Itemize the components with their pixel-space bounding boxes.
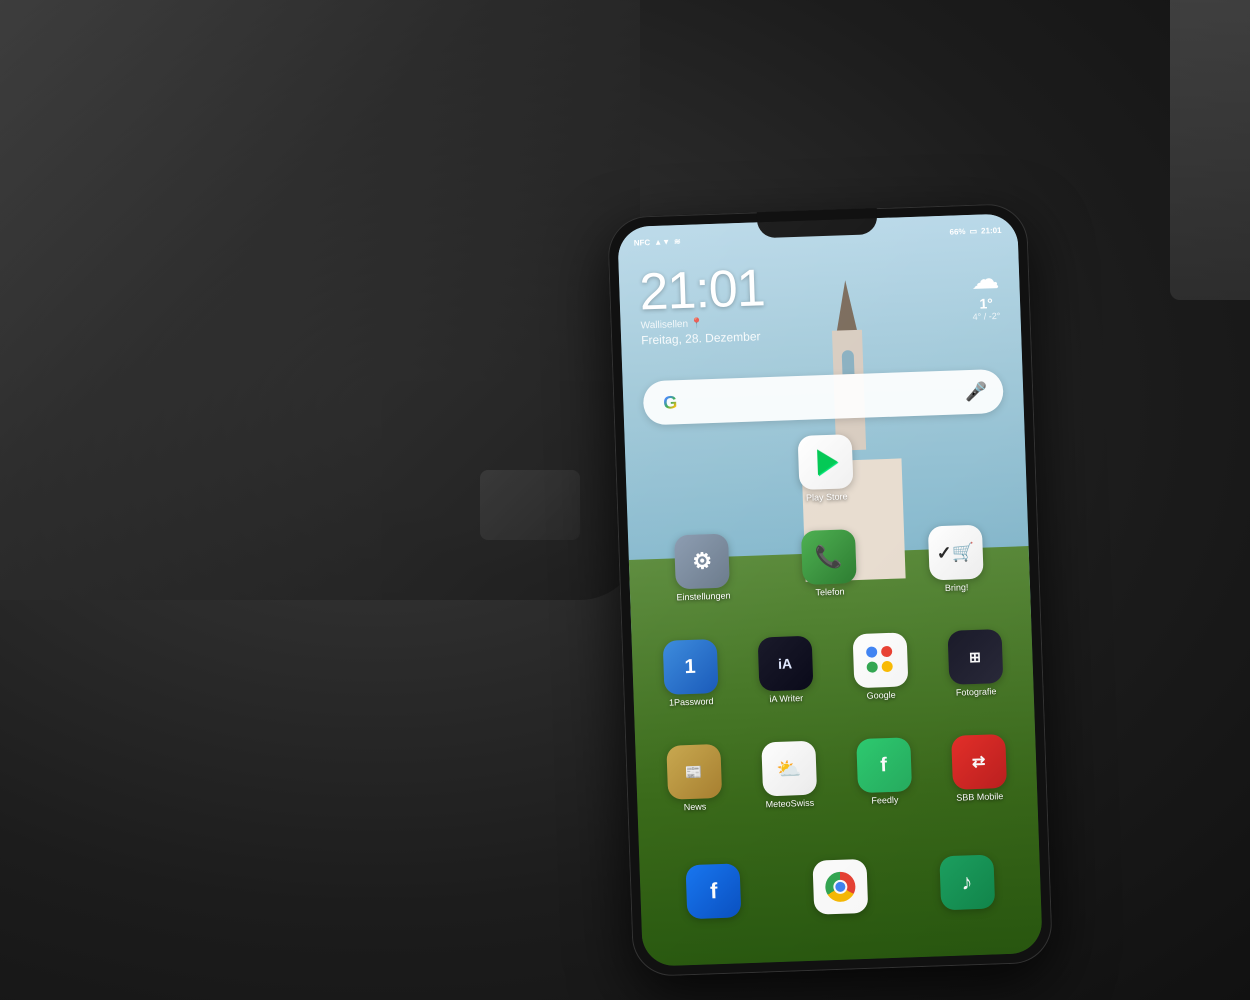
google-dot-red [880,646,891,657]
app-row-2: ⚙ Einstellungen 📞 Telefon ✓🛒 Bring! [628,523,1030,605]
app-row-3: 1 1Password iA iA Writer Google [632,628,1034,710]
laptop-right-edge [1170,0,1250,300]
bring-label: Bring! [945,582,969,594]
fotografie-label: Fotografie [956,686,997,698]
fotografie-icon: ⊞ [947,629,1003,685]
playstore-icon [798,434,854,490]
location-name: Wallisellen [640,319,688,332]
app-einstellungen[interactable]: ⚙ Einstellungen [664,533,741,603]
sbb-label: SBB Mobile [956,791,1003,803]
app-1password[interactable]: 1 1Password [652,639,729,709]
app-row-4: 📰 News ⛅ MeteoSwiss f Feedly ⇄ SBB Mobil… [635,733,1037,815]
feedly-label: Feedly [871,795,898,807]
google-icon [852,632,908,688]
playstore-label: Play Store [806,491,848,503]
news-icon: 📰 [666,744,722,800]
church-window [842,350,855,374]
bring-icon: ✓🛒 [927,525,983,581]
app-row-1: Play Store [625,428,1027,510]
telefon-icon: 📞 [801,529,857,585]
app-bottom-1[interactable]: f [675,863,752,920]
phone-screen[interactable]: NFC ▲▼ ≋ 66% ▭ 21:01 21:01 Wallisellen 📍… [617,213,1043,967]
app-news[interactable]: 📰 News [655,744,732,814]
status-left: NFC ▲▼ ≋ [634,236,681,247]
app-meteoswiss[interactable]: ⛅ MeteoSwiss [750,740,827,810]
weather-icon: ☁ [971,262,1000,296]
app-fotografie[interactable]: ⊞ Fotografie [937,629,1014,699]
app-bottom-3[interactable]: ♪ [929,854,1006,911]
news-label: News [684,801,707,813]
signal-icon: ▲▼ [654,237,670,247]
app-bottom-2[interactable] [802,859,879,916]
einstellungen-icon: ⚙ [674,534,730,590]
facebook-icon: f [686,863,742,919]
google-dot-green [866,661,877,672]
iawriter-label: iA Writer [769,693,803,705]
macbook-surface [0,0,640,600]
weather-widget: ☁ 1° 4° / -2° [971,262,1001,322]
google-dot-yellow [881,661,892,672]
nfc-indicator: NFC [634,238,651,248]
chrome-icon [812,859,868,915]
app-feedly[interactable]: f Feedly [845,737,922,807]
app-playstore[interactable]: Play Store [787,434,864,504]
meteoswiss-icon: ⛅ [761,741,817,797]
weather-range: 4° / -2° [972,311,1000,322]
google-dots [866,646,895,675]
phone-device: NFC ▲▼ ≋ 66% ▭ 21:01 21:01 Wallisellen 📍… [607,203,1053,977]
feedly-icon: f [856,737,912,793]
status-right: 66% ▭ 21:01 [949,225,1001,236]
1password-icon: 1 [662,639,718,695]
app-iawriter[interactable]: iA iA Writer [747,635,824,705]
google-logo: G [659,391,682,414]
einstellungen-label: Einstellungen [676,590,730,603]
wifi-icon: ≋ [674,236,681,245]
iawriter-icon: iA [757,636,813,692]
google-label: Google [867,690,896,702]
meteoswiss-label: MeteoSwiss [766,798,815,810]
clock-time: 21:01 [639,262,766,318]
google-dot-blue [866,646,877,657]
app-sbb[interactable]: ⇄ SBB Mobile [940,734,1017,804]
weather-temp: 1° [972,295,1001,312]
1password-label: 1Password [669,696,714,708]
clock-widget: 21:01 Wallisellen 📍 Freitag, 28. Dezembe… [639,262,767,347]
app-telefon[interactable]: 📞 Telefon [790,529,867,599]
battery-level: 66% [949,227,965,237]
spotify-icon: ♪ [939,854,995,910]
telefon-label: Telefon [815,586,844,598]
sbb-icon: ⇄ [951,734,1007,790]
mic-icon[interactable]: 🎤 [964,381,987,403]
app-google[interactable]: Google [842,632,919,702]
status-time: 21:01 [981,225,1002,235]
google-g-letter: G [663,392,678,413]
app-bring[interactable]: ✓🛒 Bring! [917,524,994,594]
battery-icon: ▭ [969,226,977,235]
